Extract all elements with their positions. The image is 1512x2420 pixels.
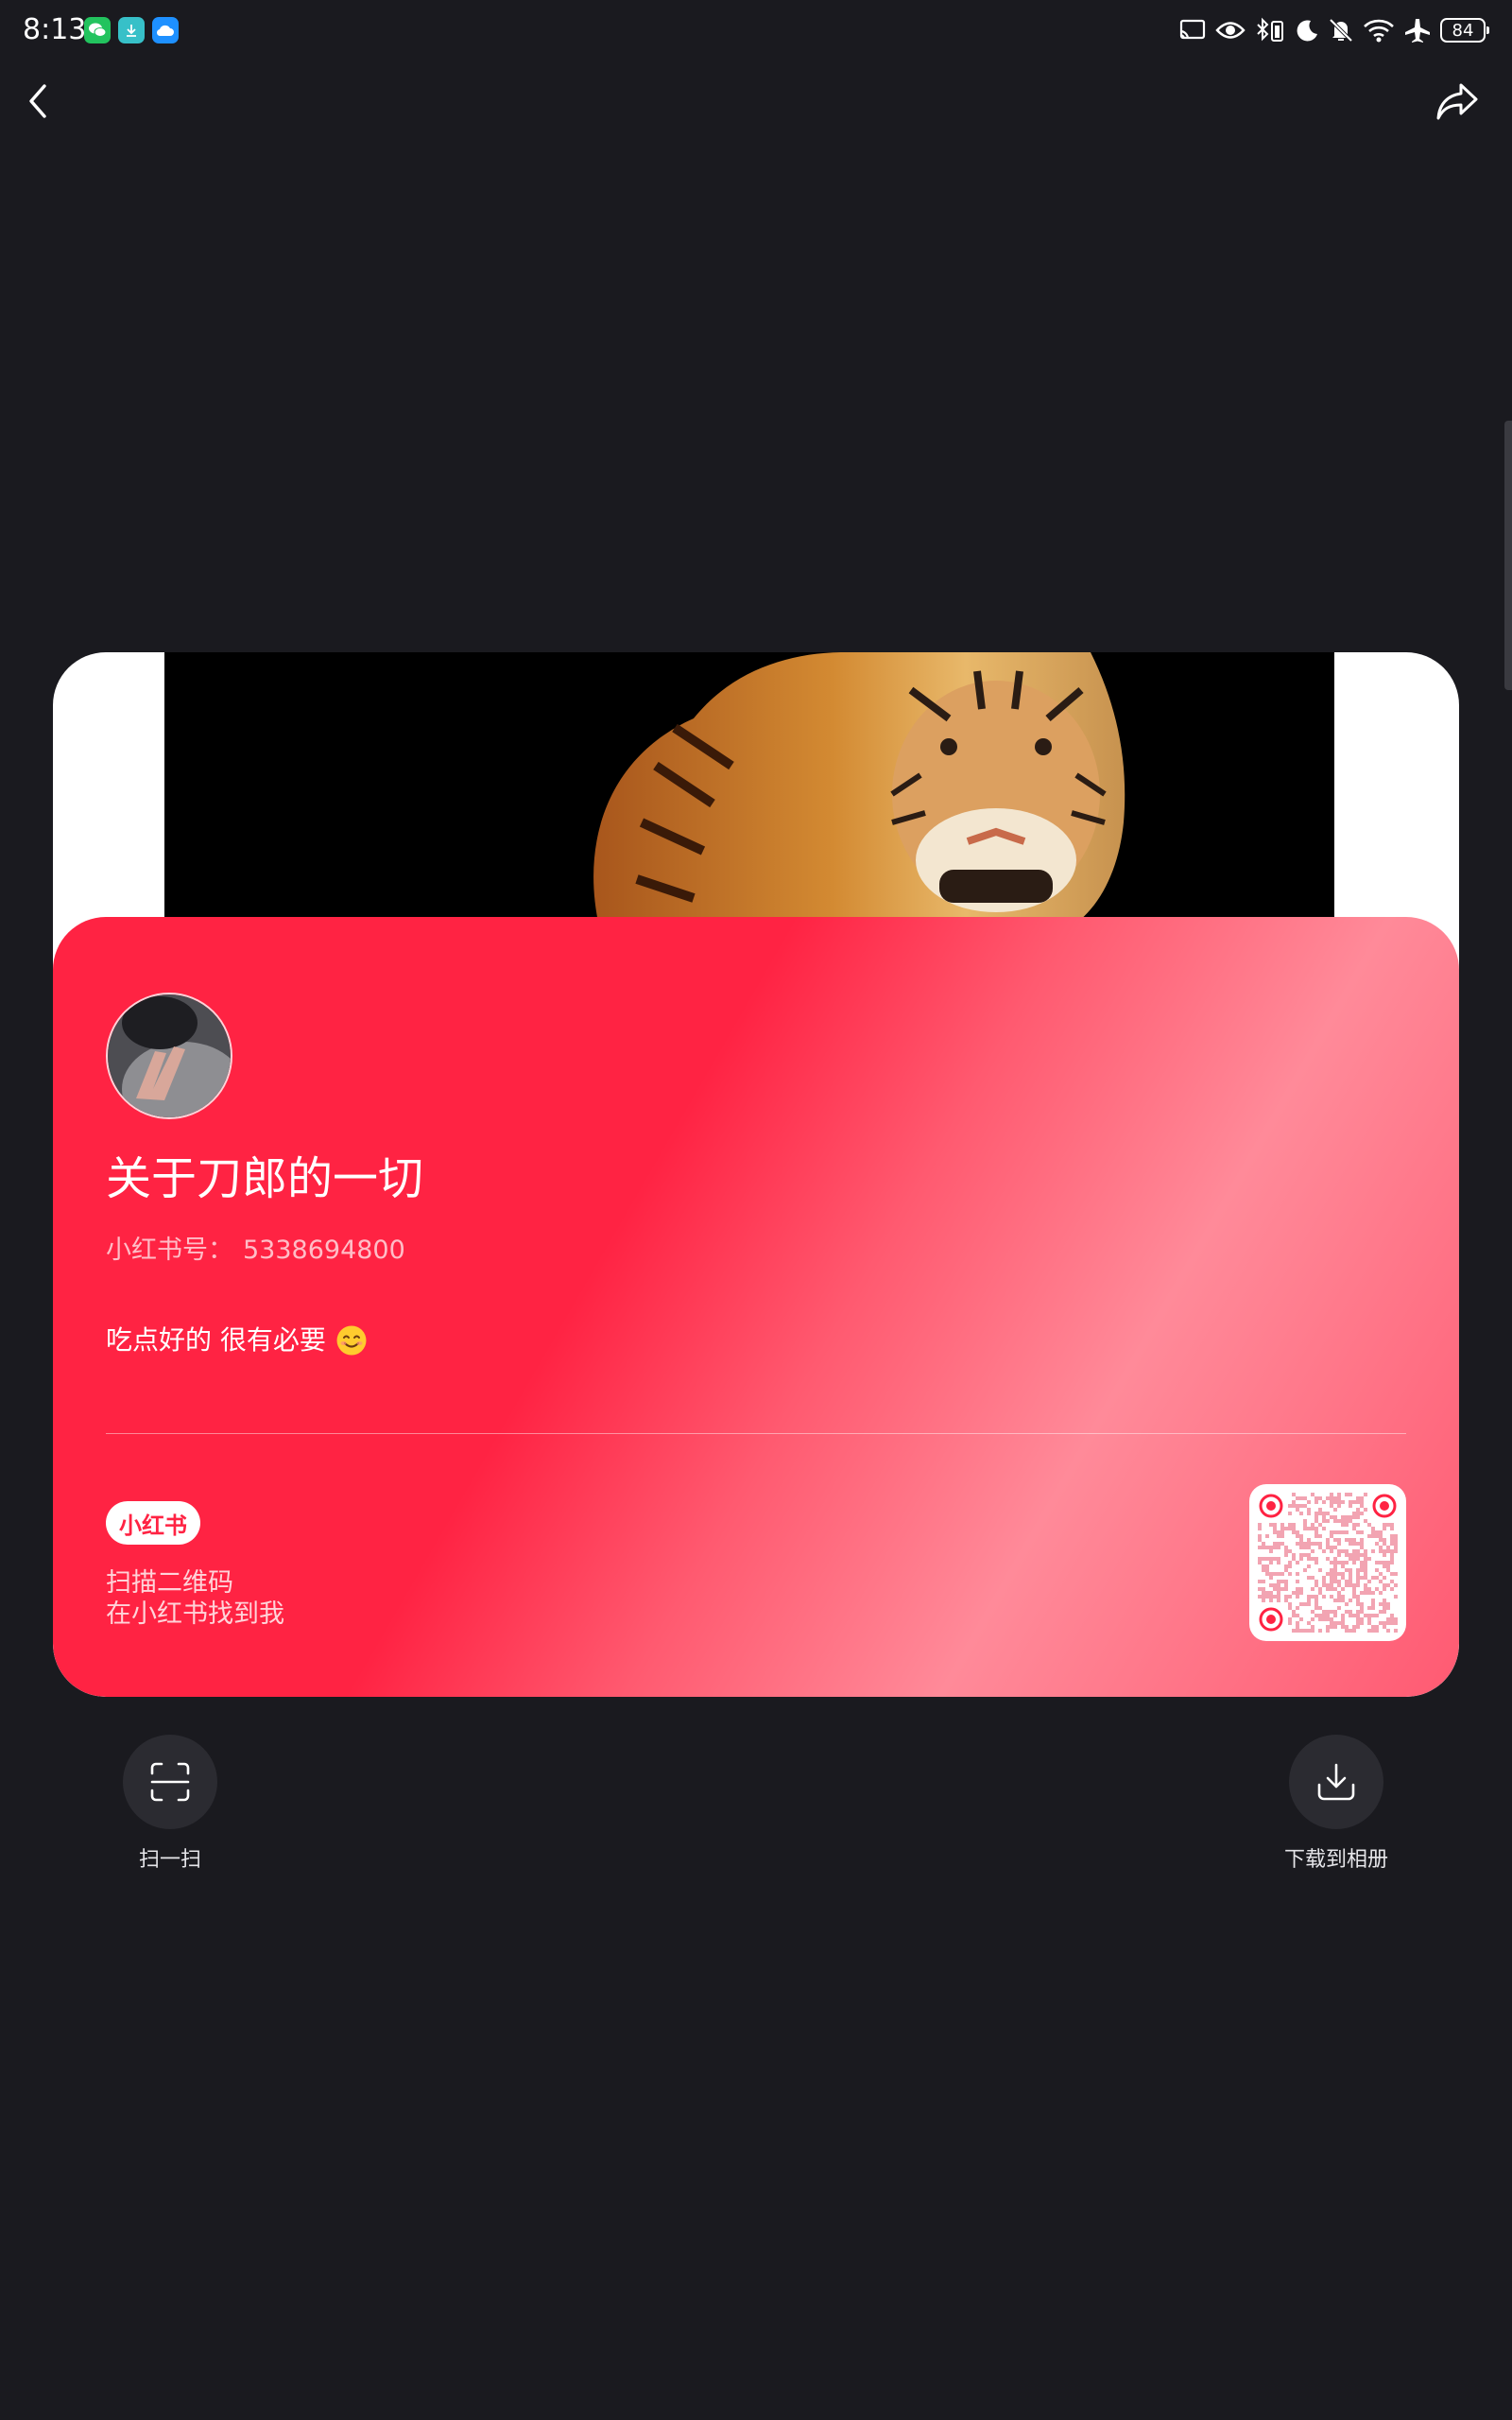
scan-label[interactable]: 扫一扫 (104, 1846, 236, 1875)
back-button[interactable] (17, 78, 59, 125)
moon-icon (1297, 20, 1317, 42)
scan-icon (150, 1762, 190, 1802)
scan-tip-line1: 扫描二维码 (106, 1568, 233, 1598)
cast-icon (1179, 19, 1206, 40)
battery-icon: 84 (1440, 18, 1489, 43)
eye-comfort-icon (1215, 22, 1246, 39)
download-button[interactable] (1289, 1735, 1383, 1829)
bio: 吃点好的 很有必要 (106, 1322, 368, 1359)
brand-logo: 小红书 (106, 1501, 200, 1545)
battery-level: 84 (1452, 20, 1474, 41)
status-icons: 84 (1178, 13, 1489, 47)
wechat-icon (84, 17, 111, 43)
scroll-indicator[interactable] (1504, 421, 1512, 690)
profile-info-panel: 关于刀郎的一切 小红书号： 5338694800 吃点好的 很有必要 小红书 扫… (53, 917, 1459, 1697)
download-app-icon (118, 17, 145, 43)
share-icon (1436, 83, 1478, 120)
scan-tip: 扫描二维码 在小红书找到我 (106, 1567, 284, 1630)
redbook-id: 小红书号： 5338694800 (106, 1234, 405, 1268)
bluetooth-battery-icon (1257, 17, 1283, 42)
avatar (106, 993, 232, 1119)
download-action[interactable] (1289, 1735, 1383, 1829)
cover-image (164, 652, 1334, 926)
scan-button[interactable] (123, 1735, 217, 1829)
status-time: 8:13 (23, 13, 87, 46)
cloud-app-icon (152, 17, 179, 43)
redbook-id-value: 5338694800 (243, 1236, 405, 1265)
scan-action[interactable] (123, 1735, 217, 1829)
bio-text: 吃点好的 很有必要 (106, 1324, 326, 1356)
smiling-face-emoji (336, 1325, 367, 1356)
mute-icon (1329, 18, 1353, 43)
profile-card: 关于刀郎的一切 小红书号： 5338694800 吃点好的 很有必要 小红书 扫… (53, 652, 1459, 1697)
divider (106, 1433, 1406, 1434)
download-icon (1317, 1763, 1355, 1801)
airplane-icon (1405, 19, 1430, 43)
qr-code (1249, 1484, 1406, 1641)
redbook-id-label: 小红书号： (106, 1236, 233, 1265)
chevron-left-icon (29, 84, 46, 118)
share-button[interactable] (1431, 76, 1484, 129)
scan-tip-line2: 在小红书找到我 (106, 1599, 284, 1629)
download-label[interactable]: 下载到相册 (1265, 1846, 1407, 1875)
wifi-icon (1364, 19, 1394, 43)
nickname: 关于刀郎的一切 (106, 1152, 424, 1205)
